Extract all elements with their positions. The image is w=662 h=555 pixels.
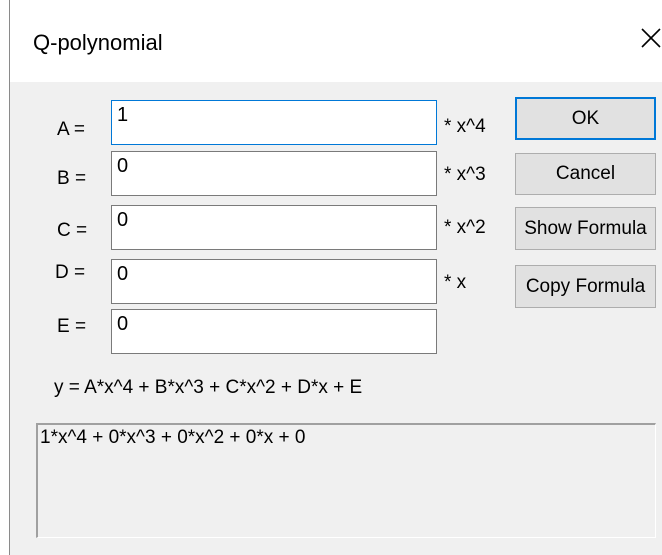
show-formula-button[interactable]: Show Formula — [515, 207, 656, 250]
title-bar: Q-polynomial — [10, 0, 662, 82]
close-icon[interactable] — [640, 26, 662, 50]
coefficient-a-input[interactable] — [111, 100, 437, 145]
label-a: A = — [57, 119, 85, 140]
label-e: E = — [57, 316, 87, 337]
label-b: B = — [57, 168, 87, 189]
copy-formula-button[interactable]: Copy Formula — [515, 265, 656, 308]
cancel-button[interactable]: Cancel — [515, 153, 656, 195]
q-polynomial-dialog: Q-polynomial A = * x^4 B = * x^3 C = * x… — [9, 0, 662, 555]
suffix-d: * x — [444, 272, 467, 293]
label-c: C = — [57, 220, 88, 241]
coefficient-c-input[interactable] — [111, 205, 437, 250]
coefficient-b-input[interactable] — [111, 151, 437, 196]
formula-output-box[interactable]: 1*x^4 + 0*x^3 + 0*x^2 + 0*x + 0 — [36, 423, 656, 538]
formula-template: y = A*x^4 + B*x^3 + C*x^2 + D*x + E — [54, 377, 363, 398]
suffix-a: * x^4 — [444, 116, 486, 137]
coefficient-e-input[interactable] — [111, 309, 437, 354]
ok-button[interactable]: OK — [515, 97, 656, 140]
formula-output-text: 1*x^4 + 0*x^3 + 0*x^2 + 0*x + 0 — [40, 427, 306, 448]
label-d: D = — [55, 262, 86, 283]
suffix-b: * x^3 — [444, 164, 486, 185]
suffix-c: * x^2 — [444, 217, 486, 238]
coefficient-d-input[interactable] — [111, 259, 437, 304]
dialog-title: Q-polynomial — [33, 30, 163, 55]
